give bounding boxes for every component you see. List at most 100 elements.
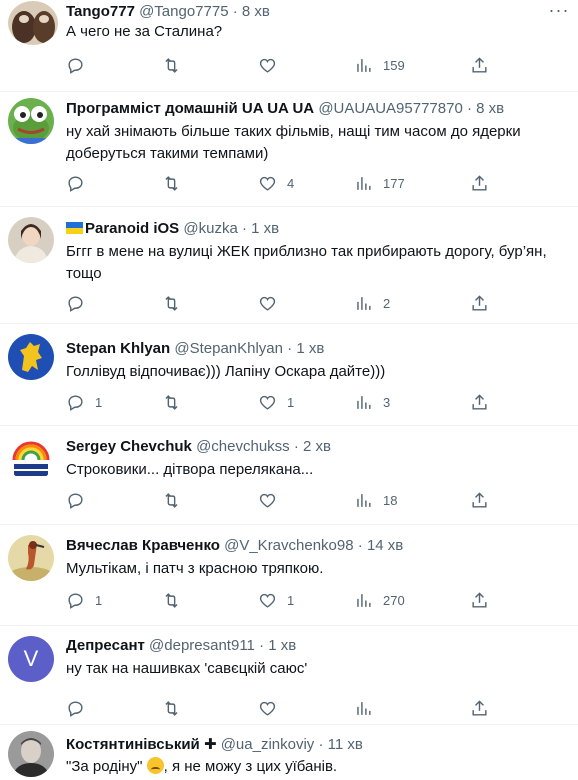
author-name[interactable]: Депресант [66, 637, 145, 654]
author-handle[interactable]: @Tango7775 [139, 3, 228, 20]
avatar-bird-photo-icon[interactable] [8, 535, 54, 581]
retweet-icon [165, 57, 178, 73]
more-options-icon[interactable]: ··· [548, 1, 570, 22]
like-button[interactable]: 1 [258, 590, 294, 610]
views-button[interactable]: 2 [354, 293, 390, 313]
share-button[interactable] [470, 293, 489, 313]
views-button[interactable]: 18 [354, 490, 397, 510]
author-handle[interactable]: @ua_zinkoviy [221, 736, 315, 753]
views-chart-icon [357, 493, 371, 507]
retweet-button[interactable] [162, 392, 191, 412]
share-button[interactable] [470, 173, 489, 193]
like-button[interactable] [258, 55, 287, 75]
author-handle[interactable]: @UAUAUA95777870 [318, 100, 462, 117]
author-name[interactable]: Stepan Khlyan [66, 340, 170, 357]
author-name[interactable]: Paranoid iOS [85, 220, 179, 237]
reply-button[interactable] [66, 173, 95, 193]
tweet-actions: 1 1 3 [66, 392, 564, 412]
timestamp[interactable]: 11 хв [328, 736, 363, 753]
avatar-letter: V [23, 646, 39, 671]
separator: · [293, 438, 299, 455]
like-count: 1 [287, 394, 295, 410]
retweet-icon [165, 700, 178, 716]
author-name[interactable]: Костянтинівський ✚ [66, 736, 217, 753]
share-button[interactable] [470, 55, 489, 75]
retweet-button[interactable] [162, 173, 191, 193]
avatar-lion-coat-of-arms-icon[interactable] [8, 334, 54, 380]
tweet-actions: 18 [66, 490, 564, 510]
timestamp[interactable]: 1 хв [251, 220, 279, 237]
separator: · [259, 637, 265, 654]
separator: · [232, 3, 238, 20]
author-name[interactable]: Программіст домашній UA UA UA [66, 100, 314, 117]
separator: · [357, 537, 363, 554]
retweet-button[interactable] [162, 590, 191, 610]
reply-button[interactable] [66, 55, 95, 75]
reply-button[interactable]: 1 [66, 392, 102, 412]
like-button[interactable]: 1 [258, 392, 294, 412]
share-button[interactable] [470, 590, 489, 610]
author-handle[interactable]: @V_Kravchenko98 [224, 537, 353, 554]
retweet-button[interactable] [162, 55, 191, 75]
share-button[interactable] [470, 392, 489, 412]
reply-button[interactable]: 1 [66, 590, 102, 610]
timestamp[interactable]: 14 хв [367, 537, 403, 554]
timestamp[interactable]: 8 хв [476, 100, 504, 117]
avatar-frog-icon[interactable] [8, 98, 54, 144]
tweet-text: Голлівуд відпочиває))) Лапіну Оскара дай… [66, 363, 386, 380]
tweet-header: Stepan Khlyan @StepanKhlyan · 1 хв [66, 340, 538, 358]
author-handle[interactable]: @StepanKhlyan [174, 340, 283, 357]
views-button[interactable] [354, 698, 373, 718]
tweet[interactable]: Костянтинівський ✚ @ua_zinkoviy · 11 хв … [0, 725, 578, 780]
views-button[interactable]: 159 [354, 55, 405, 75]
author-name[interactable]: Вячеслав Кравченко [66, 537, 220, 554]
avatar-man-photo-icon[interactable] [8, 731, 54, 777]
share-button[interactable] [470, 490, 489, 510]
timestamp[interactable]: 1 хв [296, 340, 324, 357]
tweet[interactable]: Stepan Khlyan @StepanKhlyan · 1 хв Голлі… [0, 324, 578, 426]
retweet-icon [165, 295, 178, 311]
timestamp[interactable]: 1 хв [268, 637, 296, 654]
tweet-text: "За родіну" , я не можу з цих уїбанів. [66, 756, 564, 778]
tweet-header: Вячеслав Кравченко @V_Kravchenko98 · 14 … [66, 537, 538, 555]
author-handle[interactable]: @kuzka [183, 220, 237, 237]
tweet[interactable]: V Депресант @depresant911 · 1 хв ну так … [0, 626, 578, 725]
avatar-animal-photo-icon[interactable] [8, 1, 58, 45]
tweet[interactable]: Sergey Chevchuk @chevchukss · 2 хв Строк… [0, 426, 578, 525]
reply-button[interactable] [66, 698, 85, 718]
tweet[interactable]: Tango777 @Tango7775 · 8 хв ··· А чего не… [0, 0, 578, 92]
timestamp[interactable]: 2 хв [303, 438, 331, 455]
share-button[interactable] [470, 698, 489, 718]
tweet[interactable]: Paranoid iOS @kuzka · 1 хв Бггг в мене н… [0, 207, 578, 324]
like-button[interactable] [258, 490, 287, 510]
like-button[interactable] [258, 293, 287, 313]
retweet-button[interactable] [162, 698, 181, 718]
author-handle[interactable]: @depresant911 [149, 637, 255, 654]
retweet-icon [165, 394, 178, 410]
views-button[interactable]: 3 [354, 392, 390, 412]
avatar-rainbow-logo-icon[interactable] [8, 436, 54, 482]
reply-button[interactable] [66, 490, 95, 510]
author-name[interactable]: Sergey Chevchuk [66, 438, 192, 455]
views-button[interactable]: 270 [354, 590, 405, 610]
tweet[interactable]: Вячеслав Кравченко @V_Kravchenko98 · 14 … [0, 525, 578, 626]
timestamp[interactable]: 8 хв [242, 3, 270, 20]
views-chart-icon [357, 701, 371, 715]
avatar-portrait-painting-icon[interactable] [8, 217, 54, 263]
tweet-text: Мультікам, і патч з красною тряпкою. [66, 560, 324, 577]
like-button[interactable] [258, 698, 277, 718]
author-name[interactable]: Tango777 [66, 3, 135, 20]
tweet-text-part: "За родіну" [66, 758, 143, 775]
reply-icon [68, 492, 83, 509]
like-button[interactable]: 4 [258, 173, 294, 193]
tweet[interactable]: Программіст домашній UA UA UA @UAUAUA957… [0, 92, 578, 207]
share-icon [472, 294, 487, 311]
retweet-button[interactable] [162, 490, 191, 510]
views-chart-icon [357, 395, 371, 409]
author-handle[interactable]: @chevchukss [196, 438, 290, 455]
views-count: 177 [383, 175, 405, 191]
retweet-button[interactable] [162, 293, 191, 313]
avatar-letter-icon[interactable]: V [8, 636, 54, 682]
reply-button[interactable] [66, 293, 95, 313]
views-button[interactable]: 177 [354, 173, 405, 193]
